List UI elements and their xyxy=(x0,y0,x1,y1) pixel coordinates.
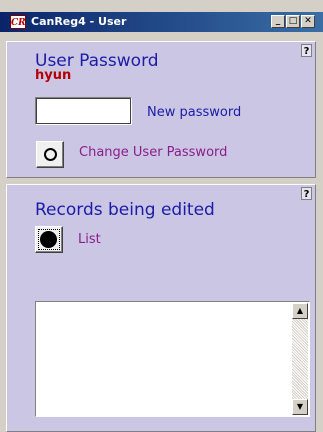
canreg-app-icon: CR xyxy=(10,15,26,29)
maximize-button[interactable]: □ xyxy=(286,15,300,28)
user-window: CR CanReg4 - User _ □ ✕ ? User Password … xyxy=(0,0,323,432)
new-password-label: New password xyxy=(147,105,242,120)
minimize-button[interactable]: _ xyxy=(271,15,285,28)
change-password-button[interactable] xyxy=(36,141,64,168)
list-button[interactable] xyxy=(35,226,63,253)
help-icon[interactable]: ? xyxy=(301,187,312,200)
scroll-up-arrow-icon[interactable]: ▲ xyxy=(292,303,308,319)
help-icon[interactable]: ? xyxy=(301,44,312,57)
radio-ring-icon xyxy=(44,148,57,161)
new-password-input[interactable] xyxy=(35,97,132,125)
change-password-label[interactable]: Change User Password xyxy=(79,145,227,160)
focus-rectangle xyxy=(38,229,60,250)
username-label: hyun xyxy=(35,68,72,83)
records-textarea[interactable]: ▲ ▼ xyxy=(35,301,310,417)
scroll-down-arrow-icon[interactable]: ▼ xyxy=(292,399,308,415)
vertical-scrollbar[interactable]: ▲ ▼ xyxy=(292,303,308,415)
user-password-panel: ? User Password hyun New password Change… xyxy=(6,41,316,178)
title-bar[interactable]: CR CanReg4 - User _ □ ✕ xyxy=(0,12,323,32)
records-heading: Records being edited xyxy=(35,200,215,220)
records-panel: ? Records being edited List ▲ ▼ xyxy=(6,184,316,432)
close-button[interactable]: ✕ xyxy=(301,15,315,28)
list-label[interactable]: List xyxy=(78,232,101,247)
window-title: CanReg4 - User xyxy=(31,15,127,28)
